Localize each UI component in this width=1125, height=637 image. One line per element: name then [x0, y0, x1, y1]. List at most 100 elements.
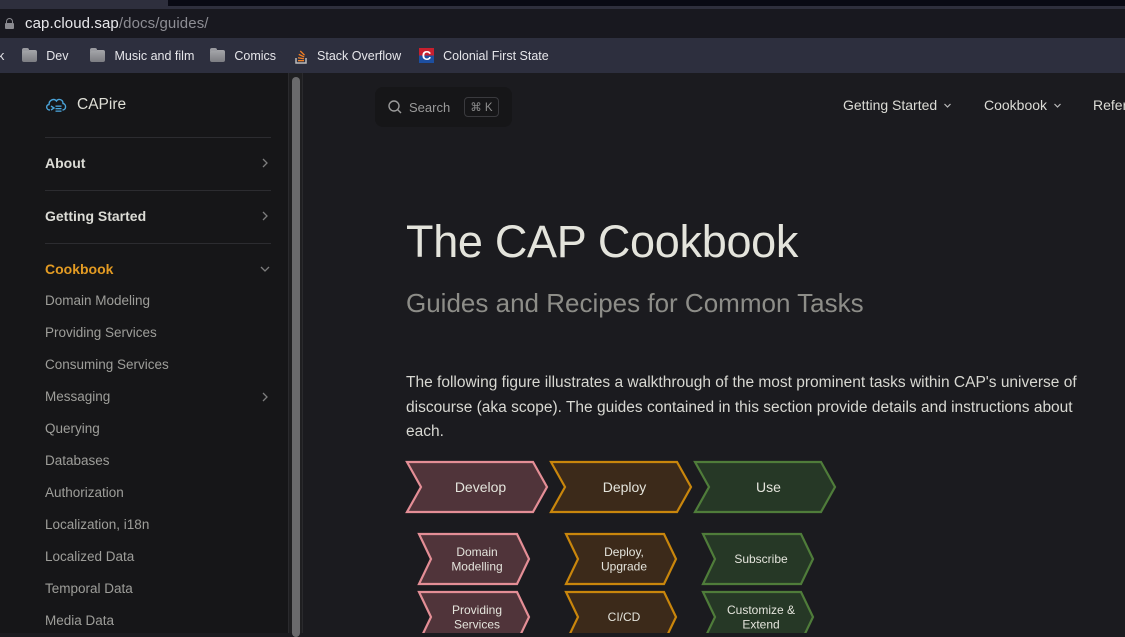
lock-icon — [5, 18, 14, 29]
item-label: Media Data — [45, 613, 115, 628]
sidebar-item-authorization[interactable]: Authorization — [45, 485, 271, 500]
sidebar-item-localization[interactable]: Localization, i18n — [45, 517, 271, 532]
phase-deploy[interactable]: Deploy — [549, 460, 693, 514]
url-host: cap.cloud.sap — [25, 15, 119, 32]
step-deploy-1[interactable]: Deploy,Upgrade — [564, 532, 678, 586]
nav-label: Cookbook — [984, 97, 1048, 113]
chevron-down-icon — [1054, 103, 1061, 108]
folder-icon — [90, 47, 106, 62]
cookbook-walkthrough-figure: DevelopDomainModellingProvidingServicesD… — [405, 460, 837, 633]
item-label: Authorization — [45, 485, 124, 500]
step-deploy-2-label: CI/CD — [608, 610, 641, 624]
chevron-right-icon — [262, 158, 268, 168]
sidebar-item-localized-data[interactable]: Localized Data — [45, 549, 271, 564]
sidebar-item-media-data[interactable]: Media Data — [45, 613, 271, 628]
brand-link[interactable]: CAPire — [45, 96, 126, 114]
phase-use[interactable]: Use — [693, 460, 837, 514]
step-use-1[interactable]: Subscribe — [701, 532, 815, 586]
sidebar-item-temporal-data[interactable]: Temporal Data — [45, 581, 271, 596]
item-label: Localization, i18n — [45, 517, 150, 532]
sidebar-item-domain-modeling[interactable]: Domain Modeling — [45, 293, 271, 308]
bookmark-partial[interactable]: k — [0, 49, 4, 63]
step-deploy-1-label: Upgrade — [601, 559, 647, 573]
bookmark-label: Dev — [46, 48, 69, 63]
brand-name: CAPire — [77, 96, 127, 113]
step-develop-1[interactable]: DomainModelling — [417, 532, 531, 586]
divider — [45, 190, 271, 191]
item-label: Providing Services — [45, 325, 157, 340]
step-develop-1-label: Domain — [456, 545, 497, 559]
item-label: Localized Data — [45, 549, 135, 564]
nav-label: Refer — [1093, 97, 1125, 113]
url-path: /docs/guides/ — [118, 15, 209, 32]
sidebar-section-cookbook[interactable]: Cookbook — [45, 261, 271, 277]
step-develop-1-label: Modelling — [451, 559, 502, 573]
item-label: Querying — [45, 421, 100, 436]
step-develop-2-label: Services — [454, 617, 500, 631]
cfs-icon: C — [419, 48, 435, 63]
sidebar: CAPire About Getting Started Cookbook Do… — [0, 73, 289, 633]
phase-deploy-label: Deploy — [603, 479, 647, 495]
sidebar-item-providing-services[interactable]: Providing Services — [45, 325, 271, 340]
scrollbar-thumb[interactable] — [292, 77, 300, 637]
bookmark-colonial-first-state[interactable]: C Colonial First State — [419, 48, 549, 63]
browser-tab-strip — [0, 0, 1125, 9]
sidebar-scrollbar[interactable] — [288, 73, 303, 637]
nav-getting-started[interactable]: Getting Started — [843, 97, 952, 113]
bookmark-label: Colonial First State — [443, 48, 549, 63]
item-label: Databases — [45, 453, 110, 468]
stackoverflow-icon — [295, 50, 307, 64]
chevron-right-icon — [262, 211, 268, 221]
page-title: The CAP Cookbook — [406, 216, 799, 267]
bookmark-dev[interactable]: Dev — [22, 47, 69, 63]
capire-logo-icon — [45, 98, 67, 112]
bookmark-stack-overflow[interactable]: Stack Overflow — [294, 48, 401, 64]
chevron-right-icon[interactable] — [259, 391, 271, 403]
bookmark-label: Comics — [234, 48, 277, 63]
item-label: Messaging — [45, 389, 111, 404]
sidebar-item-messaging[interactable]: Messaging — [45, 389, 271, 404]
nav-label: Getting Started — [843, 97, 938, 113]
sidebar-item-databases[interactable]: Databases — [45, 453, 271, 468]
url-text[interactable]: cap.cloud.sap/docs/guides/ — [25, 15, 209, 32]
bookmark-comics[interactable]: Comics — [210, 47, 277, 63]
nav-cookbook[interactable]: Cookbook — [984, 97, 1062, 113]
sidebar-section-getting-started[interactable]: Getting Started — [45, 208, 271, 224]
search-icon — [388, 100, 402, 114]
item-label: Consuming Services — [45, 357, 169, 372]
search-button[interactable]: Search ⌘ K — [375, 87, 512, 127]
phase-develop[interactable]: Develop — [405, 460, 549, 514]
sidebar-item-consuming-services[interactable]: Consuming Services — [45, 357, 271, 372]
sidebar-item-querying[interactable]: Querying — [45, 421, 271, 436]
step-deploy-2[interactable]: CI/CD — [564, 590, 678, 633]
section-label: Getting Started — [45, 208, 147, 224]
bookmark-label: Stack Overflow — [317, 48, 402, 63]
address-bar[interactable]: cap.cloud.sap/docs/guides/ — [0, 9, 1125, 38]
step-use-2-label: Extend — [742, 617, 779, 631]
divider — [45, 137, 271, 138]
step-use-2-label: Customize & — [727, 603, 795, 617]
nav-reference[interactable]: Refer — [1093, 97, 1125, 113]
chevron-down-icon — [260, 266, 270, 272]
search-shortcut: ⌘ K — [464, 97, 499, 117]
bookmark-label: k — [0, 48, 5, 63]
search-label: Search — [409, 99, 451, 115]
main-content: Search ⌘ K Getting Started Cookbook Refe… — [303, 73, 1125, 633]
step-develop-2-label: Providing — [452, 603, 502, 617]
step-use-1-label: Subscribe — [734, 552, 788, 566]
folder-icon — [210, 47, 226, 62]
step-deploy-1-label: Deploy, — [604, 545, 644, 559]
phase-use-label: Use — [756, 479, 781, 495]
step-develop-2[interactable]: ProvidingServices — [417, 590, 531, 633]
item-label: Domain Modeling — [45, 293, 151, 308]
step-use-2[interactable]: Customize &Extend — [701, 590, 815, 633]
phase-develop-label: Develop — [455, 479, 507, 495]
bookmarks-bar: k Dev Music and film Comics Stack Overfl… — [0, 38, 1125, 73]
page-subtitle: Guides and Recipes for Common Tasks — [406, 288, 864, 318]
section-label: Cookbook — [45, 261, 114, 277]
section-label: About — [45, 155, 86, 171]
sidebar-section-about[interactable]: About — [45, 155, 271, 171]
bookmark-music-and-film[interactable]: Music and film — [90, 47, 194, 63]
divider — [45, 243, 271, 244]
intro-paragraph: The following figure illustrates a walkt… — [406, 374, 1077, 440]
